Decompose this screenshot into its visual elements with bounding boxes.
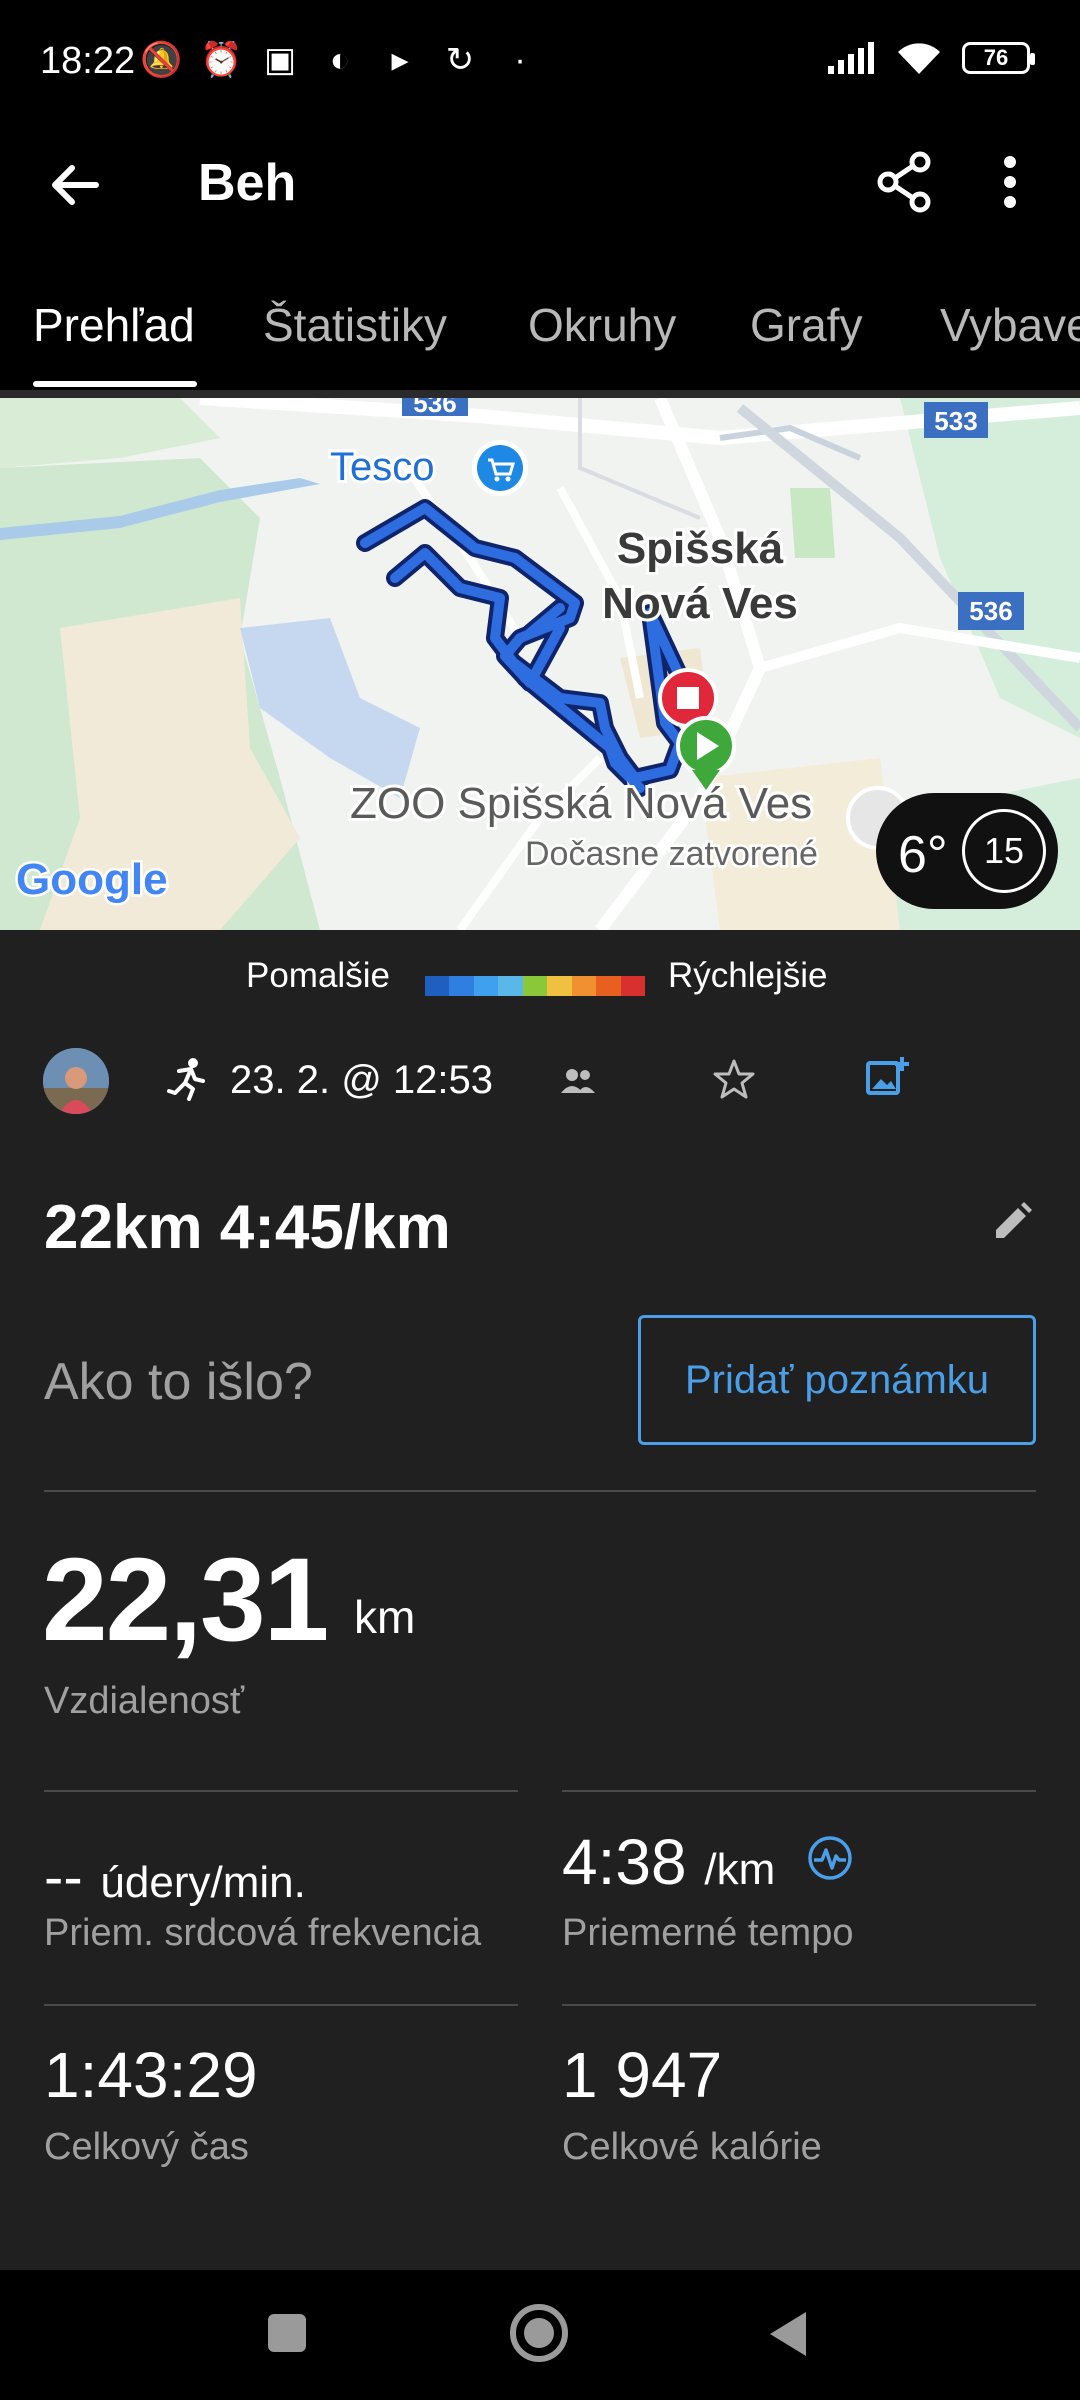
alarm-icon: ⏰ — [200, 41, 243, 79]
legend-color-swatch — [498, 976, 523, 996]
notification-icons: 🔕 ⏰ ▣ ◐ ▸ ↻ · — [140, 40, 540, 80]
legend-color-swatch — [571, 976, 597, 996]
divider — [562, 1790, 1036, 1792]
heart-rate-value: -- — [44, 1845, 83, 1910]
nfc-icon: ▣ — [263, 41, 297, 79]
system-icons: 76 — [828, 40, 1035, 76]
status-bar: 18:22 🔕 ⏰ ▣ ◐ ▸ ↻ · 76 — [0, 0, 1080, 125]
pace-legend: Pomalšie Rýchlejšie — [0, 950, 1080, 1000]
map-label-zoo-status: Dočasne zatvorené — [525, 835, 818, 873]
messenger-icon: ◐ — [329, 40, 351, 79]
google-logo: Google — [16, 855, 168, 904]
pace-value: 4:38 — [562, 1826, 687, 1898]
pace-label: Priemerné tempo — [562, 1912, 854, 1954]
tab-gear[interactable]: Vybave — [940, 298, 1080, 352]
home-icon[interactable] — [510, 2304, 568, 2362]
heart-rate-unit: údery/min. — [100, 1858, 306, 1907]
road-label-536-right: 536 — [969, 596, 1012, 626]
pace-stat: 4:38 /km — [562, 1825, 775, 1899]
legend-color-swatch — [547, 976, 572, 996]
divider — [562, 2004, 1036, 2006]
status-time: 18:22 — [40, 40, 136, 82]
edit-pencil-icon[interactable] — [988, 1198, 1036, 1246]
active-tab-indicator — [33, 381, 197, 387]
legend-slower-label: Pomalšie — [246, 956, 390, 995]
total-time-value: 1:43:29 — [44, 2039, 258, 2111]
more-options-icon[interactable] — [985, 147, 1035, 217]
tab-statistics[interactable]: Štatistiky — [263, 298, 447, 352]
legend-color-swatch — [473, 976, 499, 996]
map-label-tesco: Tesco — [330, 445, 435, 489]
tab-bar: Prehľad Štatistiky Okruhy Grafy Vybave — [0, 260, 1080, 390]
activity-name: 22km 4:45/km — [44, 1193, 451, 1262]
distance-label: Vzdialenosť — [44, 1680, 245, 1722]
play-icon: ▸ — [391, 41, 409, 79]
legend-color-swatch — [596, 976, 621, 996]
total-time-label: Celkový čas — [44, 2126, 249, 2168]
map-label-city-line2: Nová Ves — [602, 579, 798, 628]
weather-badge: 6° 15 — [876, 793, 1058, 909]
distance-unit: km — [354, 1591, 416, 1643]
road-label-533: 533 — [934, 406, 977, 436]
divider — [44, 2004, 518, 2006]
tab-laps[interactable]: Okruhy — [528, 298, 676, 352]
map-label-zoo: ZOO Spišská Nová Ves — [350, 779, 812, 828]
legend-color-swatch — [620, 976, 645, 996]
back-arrow-icon[interactable] — [40, 150, 110, 220]
calories-label: Celkové kalórie — [562, 2126, 822, 2168]
heart-pulse-icon[interactable] — [806, 1834, 854, 1882]
page-title: Beh — [198, 154, 297, 212]
share-icon[interactable] — [870, 147, 940, 217]
route-map[interactable]: 536 533 536 Tesco Spišská Nová Ves ZOO S… — [0, 398, 1080, 930]
running-icon — [167, 1058, 205, 1101]
pace-unit: /km — [704, 1845, 776, 1894]
how-did-it-go-prompt: Ako to išlo? — [44, 1353, 313, 1411]
dot-icon: · — [514, 40, 526, 79]
calories-value: 1 947 — [562, 2039, 723, 2111]
people-icon[interactable] — [558, 1061, 598, 1101]
tabs-divider — [0, 390, 1080, 398]
heart-rate-label: Priem. srdcová frekvencia — [44, 1912, 482, 1954]
system-navigation-bar — [0, 2270, 1080, 2400]
tab-overview[interactable]: Prehľad — [33, 298, 195, 352]
legend-color-swatch — [449, 976, 474, 996]
signal-icon — [828, 42, 874, 74]
add-note-button[interactable]: Pridať poznámku — [638, 1315, 1036, 1445]
heart-rate-stat: -- údery/min. — [44, 1838, 306, 1912]
sync-icon: ↻ — [445, 41, 475, 79]
divider — [44, 1490, 1036, 1492]
legend-color-swatch — [522, 976, 548, 996]
road-label-536-top: 536 — [413, 398, 456, 418]
tab-charts[interactable]: Grafy — [750, 298, 862, 352]
map-label-city-line1: Spišská — [617, 524, 784, 573]
star-icon[interactable] — [711, 1056, 757, 1102]
activity-date: 23. 2. @ 12:53 — [230, 1058, 494, 1102]
add-photo-icon[interactable] — [864, 1053, 912, 1101]
app-bar: Beh — [0, 125, 1080, 240]
legend-faster-label: Rýchlejšie — [668, 956, 828, 995]
recent-apps-icon[interactable] — [268, 2314, 306, 2352]
divider — [44, 1790, 518, 1792]
legend-color-scale — [425, 976, 645, 996]
back-triangle-icon[interactable] — [770, 2312, 806, 2356]
battery-icon: 76 — [962, 42, 1035, 74]
wifi-icon — [898, 43, 940, 74]
mute-bell-icon: 🔕 — [140, 41, 183, 79]
activity-overview: Pomalšie Rýchlejšie 23. 2. @ 12:53 22km … — [0, 930, 1080, 2270]
weather-temperature: 6° — [898, 826, 948, 884]
wind-speed-icon: 15 — [962, 809, 1046, 893]
legend-color-swatch — [425, 976, 450, 996]
distance-value: 22,31 — [42, 1534, 329, 1666]
avatar[interactable] — [43, 1048, 109, 1114]
